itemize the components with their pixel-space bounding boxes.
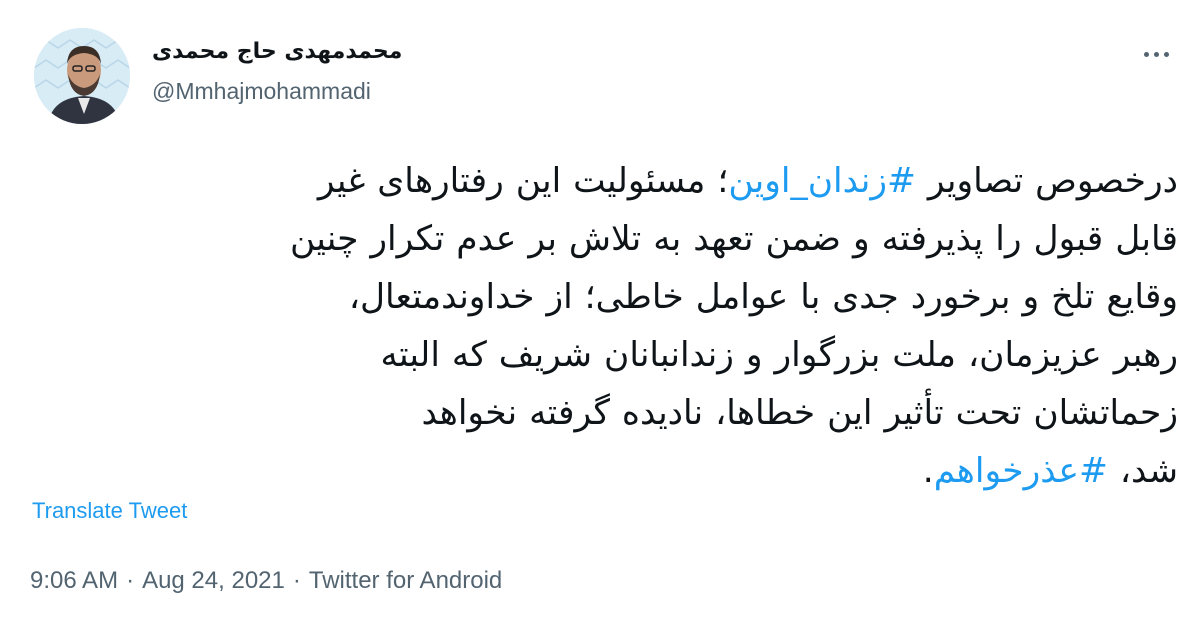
tweet-source[interactable]: Twitter for Android xyxy=(309,567,502,594)
author-block: محمدمهدی حاج محمدی @Mmhajmohammadi xyxy=(152,36,572,106)
tweet-date[interactable]: Aug 24, 2021 xyxy=(142,567,285,594)
tweet-time[interactable]: 9:06 AM xyxy=(30,567,118,594)
tweet-card: محمدمهدی حاج محمدی @Mmhajmohammadi درخصو… xyxy=(0,0,1200,617)
hashtag-link[interactable]: #عذرخواهم xyxy=(934,451,1108,491)
author-handle[interactable]: @Mmhajmohammadi xyxy=(152,76,572,106)
avatar[interactable] xyxy=(34,28,130,124)
tweet-header: محمدمهدی حاج محمدی @Mmhajmohammadi xyxy=(0,0,1200,140)
tweet-metadata: 9:06 AM · Aug 24, 2021 · Twitter for Android xyxy=(30,565,502,597)
user-avatar-photo-icon xyxy=(34,28,130,124)
hashtag-link[interactable]: #زندان_اوین xyxy=(728,161,916,201)
more-horizontal-icon xyxy=(1141,51,1171,57)
author-display-name[interactable]: محمدمهدی حاج محمدی xyxy=(152,36,572,68)
tweet-line: درخصوص تصاویر #زندان_اوین؛ مسئولیت این ر… xyxy=(317,161,1178,201)
translate-tweet-link[interactable]: Translate Tweet xyxy=(32,497,187,525)
more-options-button[interactable] xyxy=(1134,36,1178,72)
tweet-text: درخصوص تصاویر #زندان_اوین؛ مسئولیت این ر… xyxy=(30,152,1178,500)
tweet-line: زحماتشان تحت تأثیر این خطاها، نادیده گرف… xyxy=(421,393,1178,433)
tweet-line: شد، #عذرخواهم. xyxy=(922,451,1178,491)
separator-dot: · xyxy=(126,567,135,594)
separator-dot: · xyxy=(292,567,301,594)
tweet-line: رهبر عزیزمان، ملت بزرگوار و زندانبانان ش… xyxy=(380,335,1178,375)
tweet-line: وقایع تلخ و برخورد جدی با عوامل خاطی؛ از… xyxy=(348,277,1178,317)
tweet-line: قابل قبول را پذیرفته و ضمن تعهد به تلاش … xyxy=(290,219,1178,259)
